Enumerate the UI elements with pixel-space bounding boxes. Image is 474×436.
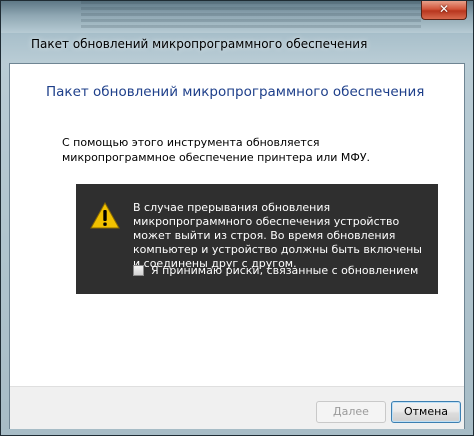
accept-risk-label[interactable]: Я принимаю риски, связанные с обновление… — [151, 264, 418, 277]
page-heading: Пакет обновлений микропрограммного обесп… — [46, 84, 425, 100]
cancel-button[interactable]: Отмена — [391, 401, 461, 423]
close-icon: ✕ — [438, 2, 450, 16]
warning-icon — [90, 202, 120, 229]
dialog-content: Пакет обновлений микропрограммного обесп… — [9, 63, 465, 429]
next-button[interactable]: Далее — [316, 401, 386, 423]
accept-risk-checkbox[interactable] — [133, 265, 144, 276]
close-button[interactable]: ✕ — [421, 1, 467, 20]
button-bar: Далее Отмена — [10, 386, 464, 429]
warning-text: В случае прерывания обновления микропрог… — [133, 201, 422, 270]
window-title: Пакет обновлений микропрограммного обесп… — [31, 37, 368, 51]
description-text: С помощью этого инструмента обновляется … — [62, 136, 371, 164]
warning-panel: В случае прерывания обновления микропрог… — [76, 184, 438, 294]
title-bar-background — [81, 1, 421, 31]
dialog-window: ✕ Пакет обновлений микропрограммного обе… — [0, 0, 474, 436]
